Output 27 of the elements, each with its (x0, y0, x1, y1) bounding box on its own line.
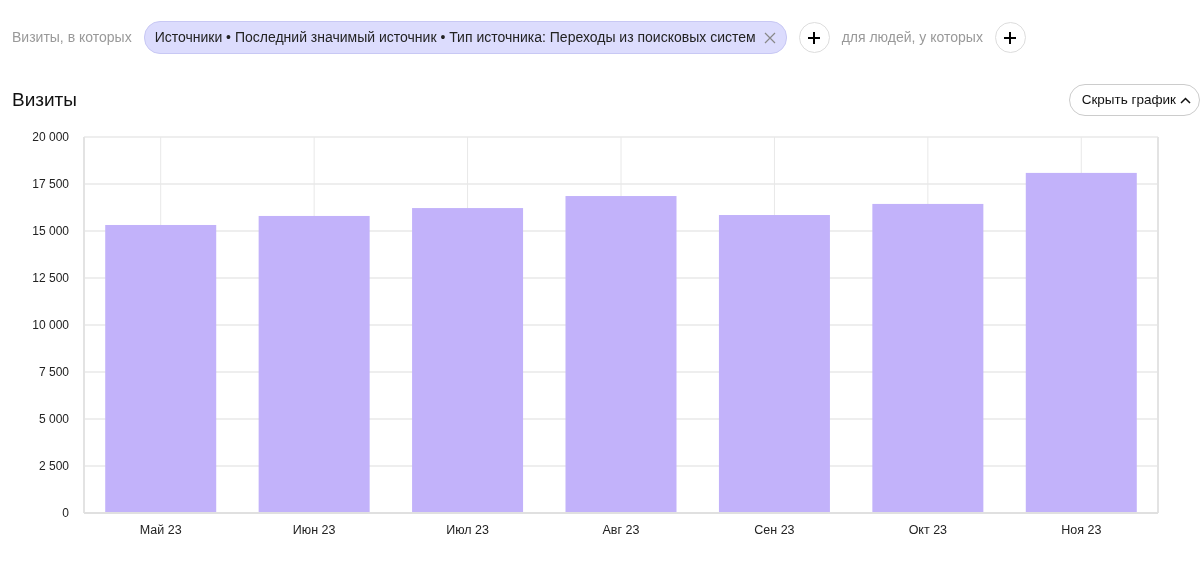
y-axis-label: 10 000 (32, 318, 69, 332)
x-axis-label: Окт 23 (908, 523, 948, 537)
y-axis-label: 17 500 (32, 177, 69, 191)
x-axis-label: Сен 23 (754, 523, 795, 537)
plus-icon (1003, 30, 1018, 45)
chevron-up-icon (1180, 96, 1191, 104)
x-axis-label: Ноя 23 (1061, 523, 1102, 537)
y-axis-label: 2 500 (38, 459, 69, 473)
section-title: Визиты (12, 87, 77, 112)
filter-chip[interactable]: Источники • Последний значимый источник • Тип источника: Переходы из поисковых систем (143, 21, 787, 54)
add-button[interactable] (798, 22, 830, 53)
y-axis-label: 5 000 (38, 412, 69, 426)
x-axis-label: Июл 23 (446, 523, 489, 537)
x-axis-label: Авг 23 (602, 523, 640, 537)
y-axis-label: 20 000 (32, 130, 69, 144)
y-axis-label: 7 500 (38, 365, 69, 379)
close-icon[interactable] (763, 31, 776, 44)
x-axis-label: Июн 23 (292, 523, 336, 537)
y-axis-label: 15 000 (32, 224, 69, 238)
add-button[interactable] (994, 22, 1026, 53)
y-axis-label: 12 500 (32, 271, 69, 285)
hide-chart-button[interactable]: Скрыть график (1068, 83, 1200, 117)
filter-label: для людей, у которых (841, 28, 983, 47)
filter-label: Визиты, в которых (12, 28, 132, 47)
plus-icon (807, 30, 822, 45)
x-axis-label: Май 23 (139, 523, 182, 537)
y-axis-label: 0 (62, 506, 69, 520)
